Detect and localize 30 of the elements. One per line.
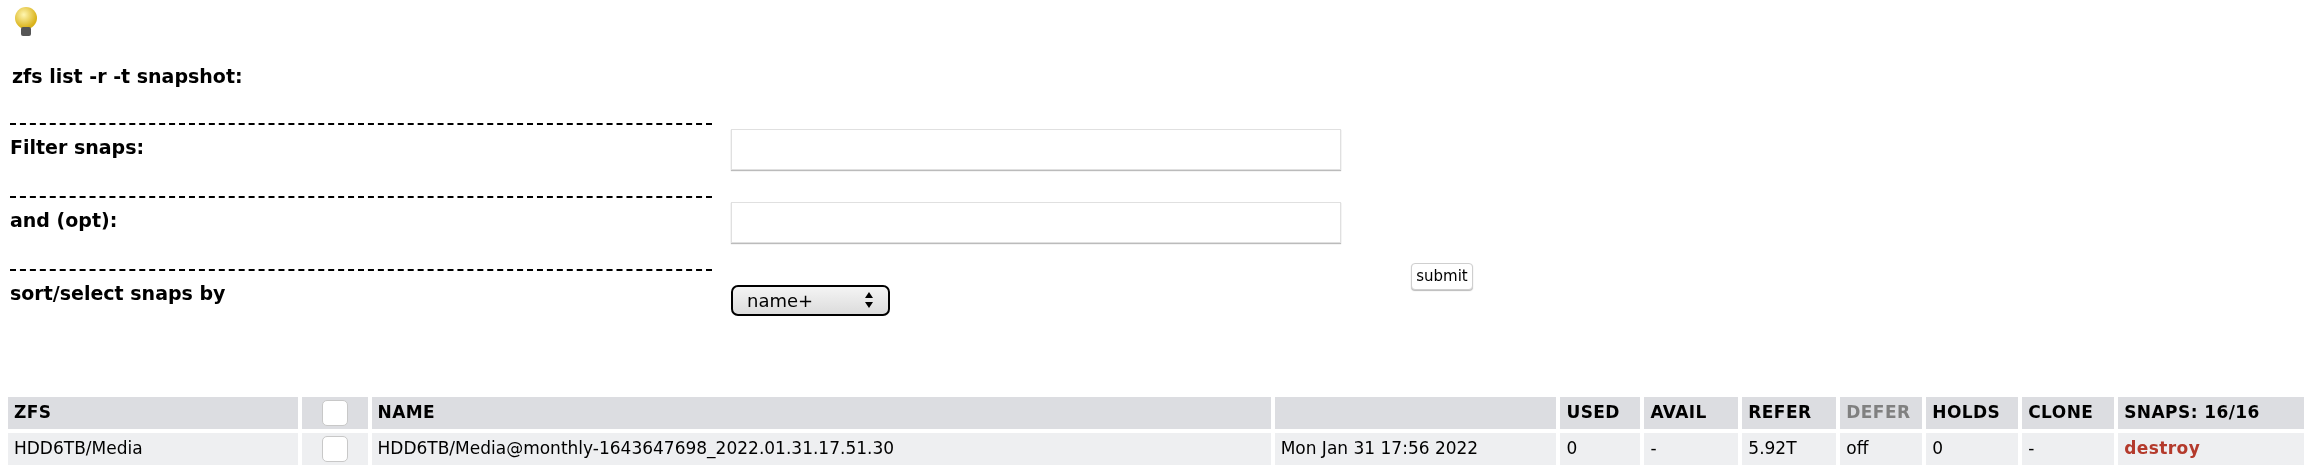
column-header: NAME	[371, 397, 1271, 429]
column-header: CLONE	[2022, 397, 2115, 429]
column-header: DEFER	[1840, 397, 1923, 429]
checkbox[interactable]	[321, 400, 348, 426]
field-label: Filter snaps:	[10, 135, 145, 158]
column-header: AVAIL	[1644, 397, 1739, 429]
input-field[interactable]	[731, 128, 1341, 170]
column-header: HOLDS	[1926, 397, 2019, 429]
table-cell: HDD6TB/Media	[8, 433, 298, 465]
table-cell: Mon Jan 31 17:56 2022	[1274, 433, 1557, 465]
table-cell: HDD6TB/Media@monthly-1643647698_2022.01.31.17.51.30	[371, 433, 1271, 465]
table-cell: -	[2022, 433, 2115, 465]
checkbox[interactable]	[321, 436, 348, 462]
field-label: and (opt):	[10, 208, 118, 231]
column-header: USED	[1560, 397, 1641, 429]
updown-arrows-icon	[864, 291, 874, 309]
field-label: sort/select snaps by	[10, 281, 226, 304]
column-header: SNAPS: 16/16	[2118, 397, 2304, 429]
input-field[interactable]	[731, 201, 1341, 243]
page-heading: zfs list -r -t snapshot:	[12, 65, 243, 87]
lightbulb-icon	[12, 6, 40, 38]
table-cell: 5.92T	[1742, 433, 1837, 465]
table-cell: -	[1644, 433, 1739, 465]
table-cell: off	[1840, 433, 1923, 465]
sort-dropdown[interactable]: name+	[731, 284, 890, 316]
submit-button[interactable]: submit	[1411, 262, 1473, 290]
table-cell: 0	[1926, 433, 2019, 465]
table-cell: 0	[1560, 433, 1641, 465]
column-header: ZFS	[8, 397, 298, 429]
column-header: REFER	[1742, 397, 1837, 429]
